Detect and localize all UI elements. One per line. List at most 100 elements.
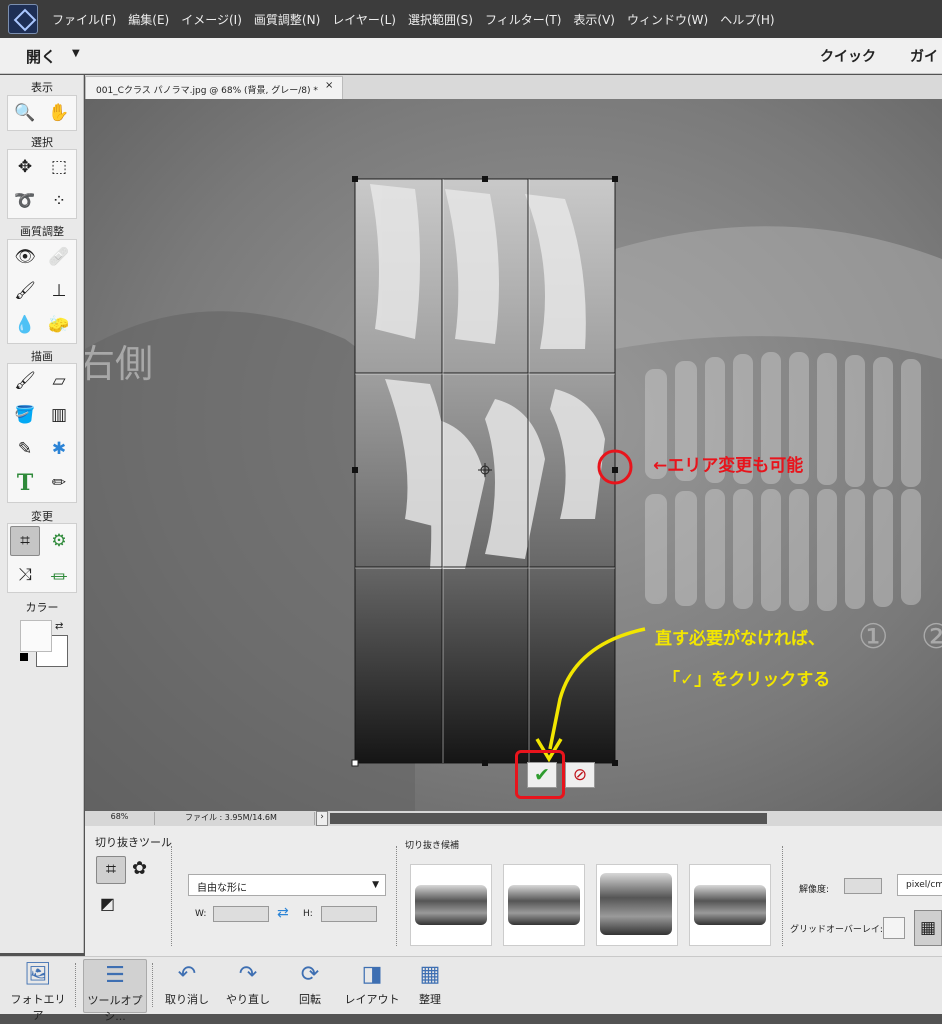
type-tool-icon[interactable]: T	[10, 468, 40, 498]
canvas-number-2: ②	[921, 617, 942, 657]
draw-tools: 🖌 ▱ 🪣 ▥ ✎ ✱ T ✏	[7, 363, 77, 503]
brush-tool-icon[interactable]: 🖌	[10, 366, 40, 396]
height-input[interactable]	[321, 906, 377, 922]
menu-edit[interactable]: 編集(E)	[128, 11, 169, 28]
recompose-tool-icon[interactable]: ⚙	[44, 526, 74, 556]
document-tab[interactable]: 001_Cクラス パノラマ.jpg @ 68% (背景, グレー/8) *	[85, 76, 343, 100]
modify-tools: ⌗ ⚙ ⤨ ⏛	[7, 523, 77, 593]
open-button[interactable]: 開く	[26, 46, 56, 67]
crop-mode-icon[interactable]: ⌗	[96, 856, 126, 884]
menu-bar: ファイル(F) 編集(E) イメージ(I) 画質調整(N) レイヤー(L) 選択…	[0, 0, 942, 38]
menu-window[interactable]: ウィンドウ(W)	[627, 11, 708, 28]
menu-enhance[interactable]: 画質調整(N)	[254, 11, 320, 28]
open-dropdown-icon[interactable]: ▼	[72, 48, 80, 59]
width-input[interactable]	[213, 906, 269, 922]
close-tab-icon[interactable]: ×	[325, 80, 333, 91]
canvas-watermark-text: 右側	[85, 344, 153, 386]
paint-bucket-tool-icon[interactable]: 🪣	[10, 400, 40, 430]
rotate-button[interactable]: ⟳ 回転	[278, 959, 342, 1013]
resolution-input[interactable]	[844, 878, 882, 894]
photo-bin-icon: 🖼	[24, 962, 52, 987]
section-color-label: カラー	[25, 601, 59, 614]
photo-bin-button[interactable]: 🖼 フォトエリア	[6, 959, 70, 1022]
clone-stamp-tool-icon[interactable]: ⊥	[44, 276, 74, 306]
redo-button[interactable]: ↷ やり直し	[216, 959, 280, 1013]
foreground-color-swatch[interactable]	[20, 620, 52, 652]
menu-filter[interactable]: フィルター(T)	[485, 11, 561, 28]
perspective-crop-icon[interactable]: ◩	[100, 894, 115, 913]
spot-healing-tool-icon[interactable]: 🩹	[44, 242, 74, 272]
commit-crop-button[interactable]: ✔	[527, 762, 557, 788]
toolbox: 表示 🔍 ✋ 選択 ✥ ⬚ ➰ ⁘ 画質調整 👁 🩹 🖌 ⊥ 💧 🧽 描画 🖌 …	[0, 75, 84, 953]
straighten-tool-icon[interactable]: ⏛	[44, 560, 74, 590]
crop-suggestion-3[interactable]	[596, 864, 678, 946]
marquee-tool-icon[interactable]: ⬚	[44, 152, 74, 182]
divider	[171, 846, 172, 946]
blur-tool-icon[interactable]: 💧	[10, 310, 40, 340]
grid-overlay-label: グリッドオーバーレイ:	[790, 925, 883, 935]
cancel-crop-button[interactable]: ⊘	[565, 762, 595, 788]
crop-tool-label: 切り抜きツール	[95, 836, 172, 849]
crop-region[interactable]	[351, 176, 618, 767]
grid-overlay-none-button[interactable]	[883, 917, 905, 939]
content-aware-move-tool-icon[interactable]: ⤨	[10, 560, 40, 590]
divider	[75, 963, 76, 1007]
status-menu-arrow[interactable]: ›	[316, 811, 328, 826]
file-size-info: ファイル : 3.95M/14.6M	[155, 812, 315, 825]
crop-suggestion-4[interactable]	[689, 864, 771, 946]
crop-suggestion-1[interactable]	[410, 864, 492, 946]
menu-select[interactable]: 選択範囲(S)	[408, 11, 473, 28]
pencil-tool-icon[interactable]: ✏	[44, 468, 74, 498]
sponge-tool-icon[interactable]: 🧽	[44, 310, 74, 340]
width-label: W:	[195, 909, 207, 919]
document-tab-title: 001_Cクラス パノラマ.jpg @ 68% (背景, グレー/8) *	[96, 86, 318, 96]
custom-shape-tool-icon[interactable]: ✱	[44, 434, 74, 464]
divider	[152, 963, 153, 1007]
mode-guide-tab[interactable]: ガイ	[910, 46, 938, 66]
red-eye-tool-icon[interactable]: 👁	[10, 242, 40, 272]
canvas-number-1: ①	[858, 617, 888, 657]
tool-options-panel: 切り抜きツール ⌗ ✿ ◩ 自由な形に ▼ W: ⇄ H: 切り抜き候補 解像度…	[85, 826, 942, 956]
crop-suggestions-label: 切り抜き候補	[405, 841, 460, 851]
resolution-unit-dropdown[interactable]: pixel/cm	[897, 874, 942, 896]
menu-image[interactable]: イメージ(I)	[181, 11, 242, 28]
swap-colors-icon[interactable]: ⇄	[55, 621, 63, 632]
eraser-tool-icon[interactable]: ▱	[44, 366, 74, 396]
layout-button[interactable]: ◨ レイアウト	[340, 959, 404, 1013]
move-tool-icon[interactable]: ✥	[10, 152, 40, 182]
swap-dimensions-icon[interactable]: ⇄	[277, 905, 289, 921]
crop-suggestion-2[interactable]	[503, 864, 585, 946]
default-colors-icon[interactable]	[20, 653, 28, 661]
enhance-tools: 👁 🩹 🖌 ⊥ 💧 🧽	[7, 239, 77, 344]
menu-layer[interactable]: レイヤー(L)	[332, 11, 396, 28]
divider	[782, 846, 783, 946]
crop-tool-icon[interactable]: ⌗	[10, 526, 40, 556]
hand-tool-icon[interactable]: ✋	[44, 98, 74, 128]
grid-overlay-thirds-button[interactable]: ▦	[914, 910, 942, 946]
quick-select-tool-icon[interactable]: ⁘	[44, 186, 74, 216]
view-tools: 🔍 ✋	[7, 95, 77, 131]
tool-options-button[interactable]: ☰ ツールオプシ...	[83, 959, 147, 1023]
bottom-taskbar: 🖼 フォトエリア ☰ ツールオプシ... ↶ 取り消し ↷ やり直し ⟳ 回転 ◨ レイアウ…	[0, 956, 942, 1023]
redo-icon: ↷	[238, 962, 258, 987]
annotation-area-change: ←エリア変更も可能	[653, 456, 804, 476]
document-canvas[interactable]: 右側 ① ② ✔ ⊘ ←エリア変更も可能 直す必要がなければ、 「✓」をクリック…	[85, 99, 942, 811]
menu-help[interactable]: ヘルプ(H)	[720, 11, 774, 28]
organizer-button[interactable]: ▦ 整理	[398, 959, 462, 1013]
lasso-tool-icon[interactable]: ➰	[10, 186, 40, 216]
app-logo-icon	[8, 4, 38, 34]
mode-quick-tab[interactable]: クイック	[820, 46, 876, 66]
zoom-tool-icon[interactable]: 🔍	[10, 98, 40, 128]
smart-brush-tool-icon[interactable]: 🖌	[10, 276, 40, 306]
eyedropper-tool-icon[interactable]: ✎	[10, 434, 40, 464]
undo-button[interactable]: ↶ 取り消し	[155, 959, 219, 1013]
menu-file[interactable]: ファイル(F)	[52, 11, 116, 28]
horizontal-scrollbar[interactable]	[330, 813, 767, 824]
menu-view[interactable]: 表示(V)	[573, 11, 615, 28]
cookie-cutter-icon[interactable]: ✿	[132, 858, 147, 879]
gradient-tool-icon[interactable]: ▥	[44, 400, 74, 430]
section-view-label: 表示	[31, 81, 53, 94]
zoom-level[interactable]: 68%	[85, 812, 155, 825]
section-draw-label: 描画	[31, 350, 53, 363]
aspect-ratio-dropdown[interactable]: 自由な形に ▼	[188, 874, 386, 896]
